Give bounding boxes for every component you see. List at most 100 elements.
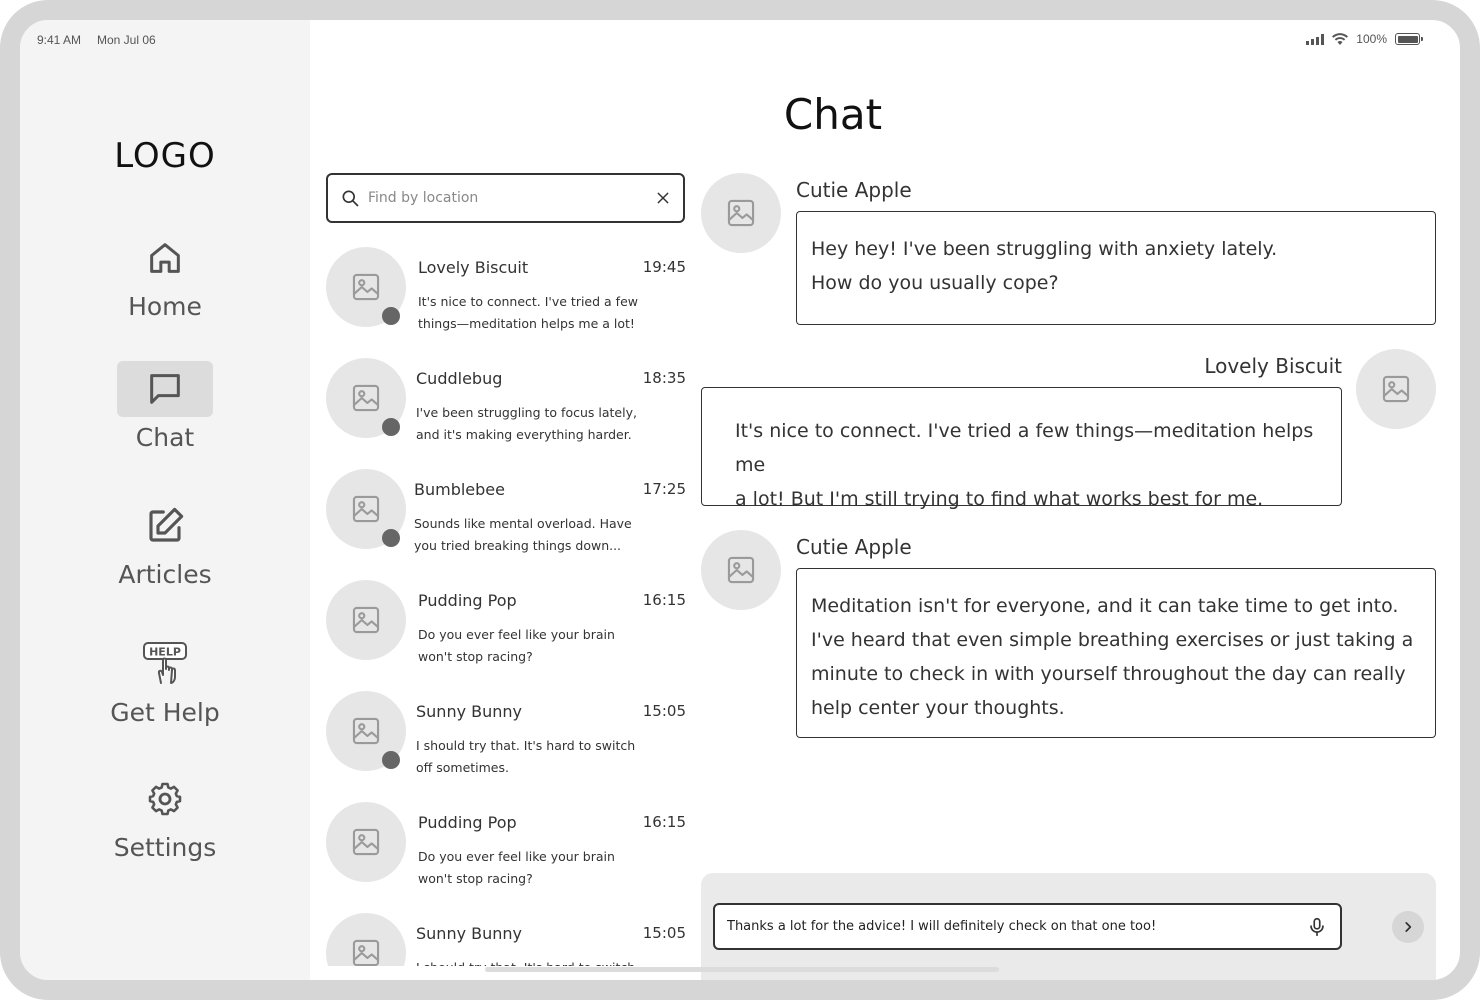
sidebar-item-label: Settings	[113, 833, 217, 862]
avatar	[1356, 349, 1436, 429]
search-bar	[326, 173, 685, 223]
chevron-right-icon	[1405, 922, 1412, 932]
message-sender: Lovely Biscuit	[1204, 354, 1342, 378]
conversation-list: Lovely Biscuit 19:45 It's nice to connec…	[326, 238, 686, 966]
page-title: Chat	[783, 90, 883, 139]
status-time: 9:41 AM	[37, 33, 82, 47]
sidebar-item-articles[interactable]: Articles	[20, 498, 310, 589]
sidebar-item-settings[interactable]: Settings	[20, 771, 310, 862]
message-line: Hey hey! I've been struggling with anxie…	[811, 238, 1278, 260]
conversation-time: 16:15	[642, 591, 686, 609]
microphone-icon[interactable]	[1306, 915, 1328, 939]
conversation-preview: I've been struggling to focus lately, an…	[416, 405, 637, 442]
sidebar-item-chat[interactable]: Chat	[20, 361, 310, 452]
conversation-preview: Sounds like mental overload. Have you tr…	[414, 516, 632, 553]
sidebar-item-label: Home	[128, 292, 202, 321]
message-line: help center your thoughts.	[811, 697, 1065, 719]
device-frame: LOGO Home Chat Articles HELP Get Help Se…	[0, 0, 1480, 1000]
message-compose	[713, 903, 1342, 950]
screen: LOGO Home Chat Articles HELP Get Help Se…	[20, 20, 1460, 980]
home-indicator	[485, 967, 999, 972]
conversation-time: 19:45	[642, 258, 686, 276]
home-icon	[117, 230, 213, 286]
image-placeholder-icon	[1379, 372, 1413, 406]
close-icon[interactable]	[655, 190, 671, 206]
conversation-time: 17:25	[642, 480, 686, 498]
avatar	[701, 530, 781, 610]
battery-icon	[1395, 33, 1423, 45]
message-line: minute to check in with yourself through…	[811, 663, 1406, 685]
sidebar: LOGO Home Chat Articles HELP Get Help Se…	[20, 20, 310, 980]
unread-indicator	[382, 751, 400, 769]
list-item[interactable]: Lovely Biscuit 19:45 It's nice to connec…	[326, 238, 686, 348]
avatar	[326, 913, 406, 966]
conversation-name: Sunny Bunny	[416, 924, 522, 943]
message-line: a lot! But I'm still trying to find what…	[735, 488, 1264, 510]
conversation-time: 15:05	[642, 702, 686, 720]
list-item[interactable]: Cuddlebug 18:35 I've been struggling to …	[326, 349, 686, 459]
sidebar-item-label: Get Help	[110, 698, 220, 727]
conversation-preview: I should try that. It's hard to switch o…	[416, 738, 636, 775]
sidebar-item-home[interactable]: Home	[20, 230, 310, 321]
gear-icon	[117, 771, 213, 827]
message-sender: Cutie Apple	[796, 535, 912, 559]
message-input[interactable]	[727, 919, 1306, 934]
message-sender: Cutie Apple	[796, 178, 912, 202]
conversation-name: Pudding Pop	[418, 591, 517, 610]
list-item[interactable]: Pudding Pop 16:15 Do you ever feel like …	[326, 571, 686, 681]
image-placeholder-icon	[349, 270, 383, 304]
image-placeholder-icon	[349, 714, 383, 748]
image-placeholder-icon	[349, 603, 383, 637]
avatar	[326, 802, 406, 882]
conversation-preview: It's nice to connect. I've tried a few t…	[418, 294, 638, 331]
message-bubble: Hey hey! I've been struggling with anxie…	[796, 211, 1436, 325]
conversation-time: 15:05	[642, 924, 686, 942]
image-placeholder-icon	[349, 492, 383, 526]
chat-icon	[117, 361, 213, 417]
unread-indicator	[382, 307, 400, 325]
wifi-icon	[1332, 33, 1349, 45]
message-bubble: Meditation isn't for everyone, and it ca…	[796, 568, 1436, 738]
svg-text:HELP: HELP	[149, 646, 181, 659]
unread-indicator	[382, 418, 400, 436]
sidebar-item-get-help[interactable]: HELP Get Help	[20, 636, 310, 727]
conversation-time: 16:15	[642, 813, 686, 831]
conversation-name: Pudding Pop	[418, 813, 517, 832]
conversation-name: Cuddlebug	[416, 369, 503, 388]
message-line: I've heard that even simple breathing ex…	[811, 629, 1414, 651]
message-bubble: It's nice to connect. I've tried a few t…	[701, 387, 1342, 510]
avatar	[326, 580, 406, 660]
conversation-time: 18:35	[642, 369, 686, 387]
status-date: Mon Jul 06	[97, 33, 156, 47]
signal-icon	[1306, 33, 1325, 45]
avatar	[701, 173, 781, 253]
image-placeholder-icon	[349, 936, 383, 966]
conversation-preview: Do you ever feel like your brain won't s…	[418, 627, 615, 664]
conversation-name: Lovely Biscuit	[418, 258, 529, 277]
list-item[interactable]: Sunny Bunny 15:05 I should try that. It'…	[326, 682, 686, 792]
sidebar-item-label: Articles	[118, 560, 212, 589]
unread-indicator	[382, 529, 400, 547]
list-item[interactable]: Pudding Pop 16:15 Do you ever feel like …	[326, 793, 686, 903]
message-line: Meditation isn't for everyone, and it ca…	[811, 595, 1399, 617]
send-button[interactable]	[1392, 911, 1424, 943]
conversation-name: Bumblebee	[414, 480, 505, 499]
message-line: It's nice to connect. I've tried a few t…	[735, 420, 1314, 476]
list-item[interactable]: Bumblebee 17:25 Sounds like mental overl…	[326, 460, 686, 570]
image-placeholder-icon	[349, 825, 383, 859]
search-input[interactable]	[368, 190, 655, 206]
conversation-preview: I should try that. It's hard to switch o…	[416, 957, 654, 966]
list-item[interactable]: Sunny Bunny 15:05 I should try that. It'…	[326, 904, 686, 966]
conversation-name: Sunny Bunny	[416, 702, 522, 721]
logo: LOGO	[114, 136, 216, 176]
sidebar-item-label: Chat	[135, 423, 195, 452]
message-line: How do you usually cope?	[811, 272, 1059, 294]
conversation-preview: Do you ever feel like your brain won't s…	[418, 849, 615, 886]
battery-percent: 100%	[1356, 32, 1387, 46]
status-indicators: 100%	[1306, 32, 1423, 46]
image-placeholder-icon	[349, 381, 383, 415]
help-icon: HELP	[117, 636, 213, 692]
edit-icon	[117, 498, 213, 554]
image-placeholder-icon	[724, 553, 758, 587]
image-placeholder-icon	[724, 196, 758, 230]
